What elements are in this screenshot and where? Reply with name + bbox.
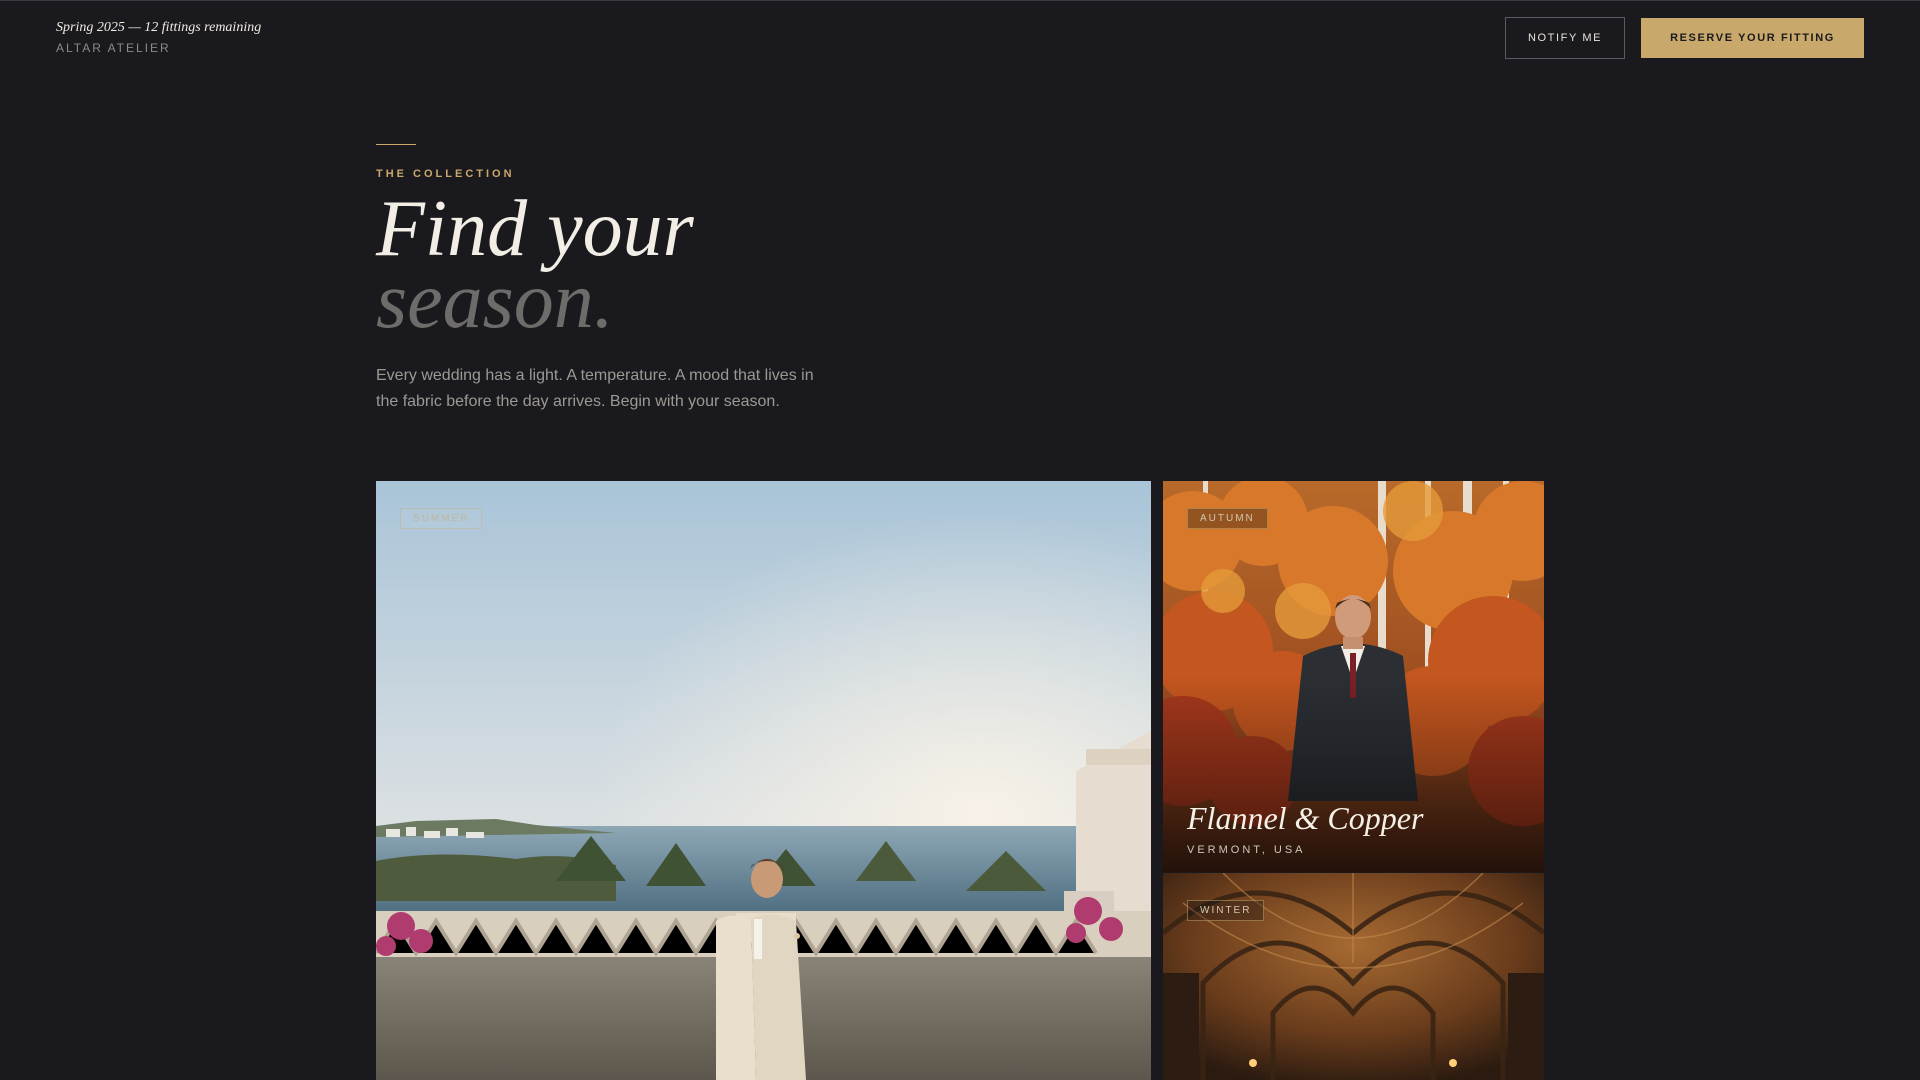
site-header: Spring 2025 — 12 fittings remaining ALTA… <box>0 0 1920 76</box>
page-title: Find your season. <box>376 185 1276 345</box>
season-tag-winter: WINTER <box>1187 900 1265 921</box>
gold-divider <box>376 144 416 145</box>
season-tag-summer: SUMMER <box>400 508 483 529</box>
card-title-autumn: Flannel & Copper <box>1187 800 1424 836</box>
headline-line-1: Find your <box>376 185 694 273</box>
hero-section: THE COLLECTION Find your season. Every w… <box>376 144 1276 415</box>
season-card-summer[interactable]: SUMMER <box>376 481 1151 1080</box>
headline-line-2: season. <box>376 257 614 345</box>
card-location-autumn: VERMONT, USA <box>1187 844 1306 856</box>
header-brand-block: Spring 2025 — 12 fittings remaining ALTA… <box>56 19 261 56</box>
intro-paragraph: Every wedding has a light. A temperature… <box>376 367 814 410</box>
summer-terrace-photo <box>376 481 1151 1080</box>
notify-me-button[interactable]: NOTIFY ME <box>1505 17 1625 59</box>
season-card-winter[interactable]: WINTER <box>1163 873 1544 1080</box>
season-tag-autumn: AUTUMN <box>1187 508 1268 529</box>
reserve-fitting-button[interactable]: RESERVE YOUR FITTING <box>1641 18 1864 58</box>
brand-name[interactable]: ALTAR ATELIER <box>56 40 261 56</box>
section-eyebrow: THE COLLECTION <box>376 168 515 180</box>
season-card-autumn[interactable]: AUTUMN Flannel & Copper VERMONT, USA <box>1163 481 1544 872</box>
availability-tagline: Spring 2025 — 12 fittings remaining <box>56 20 262 35</box>
